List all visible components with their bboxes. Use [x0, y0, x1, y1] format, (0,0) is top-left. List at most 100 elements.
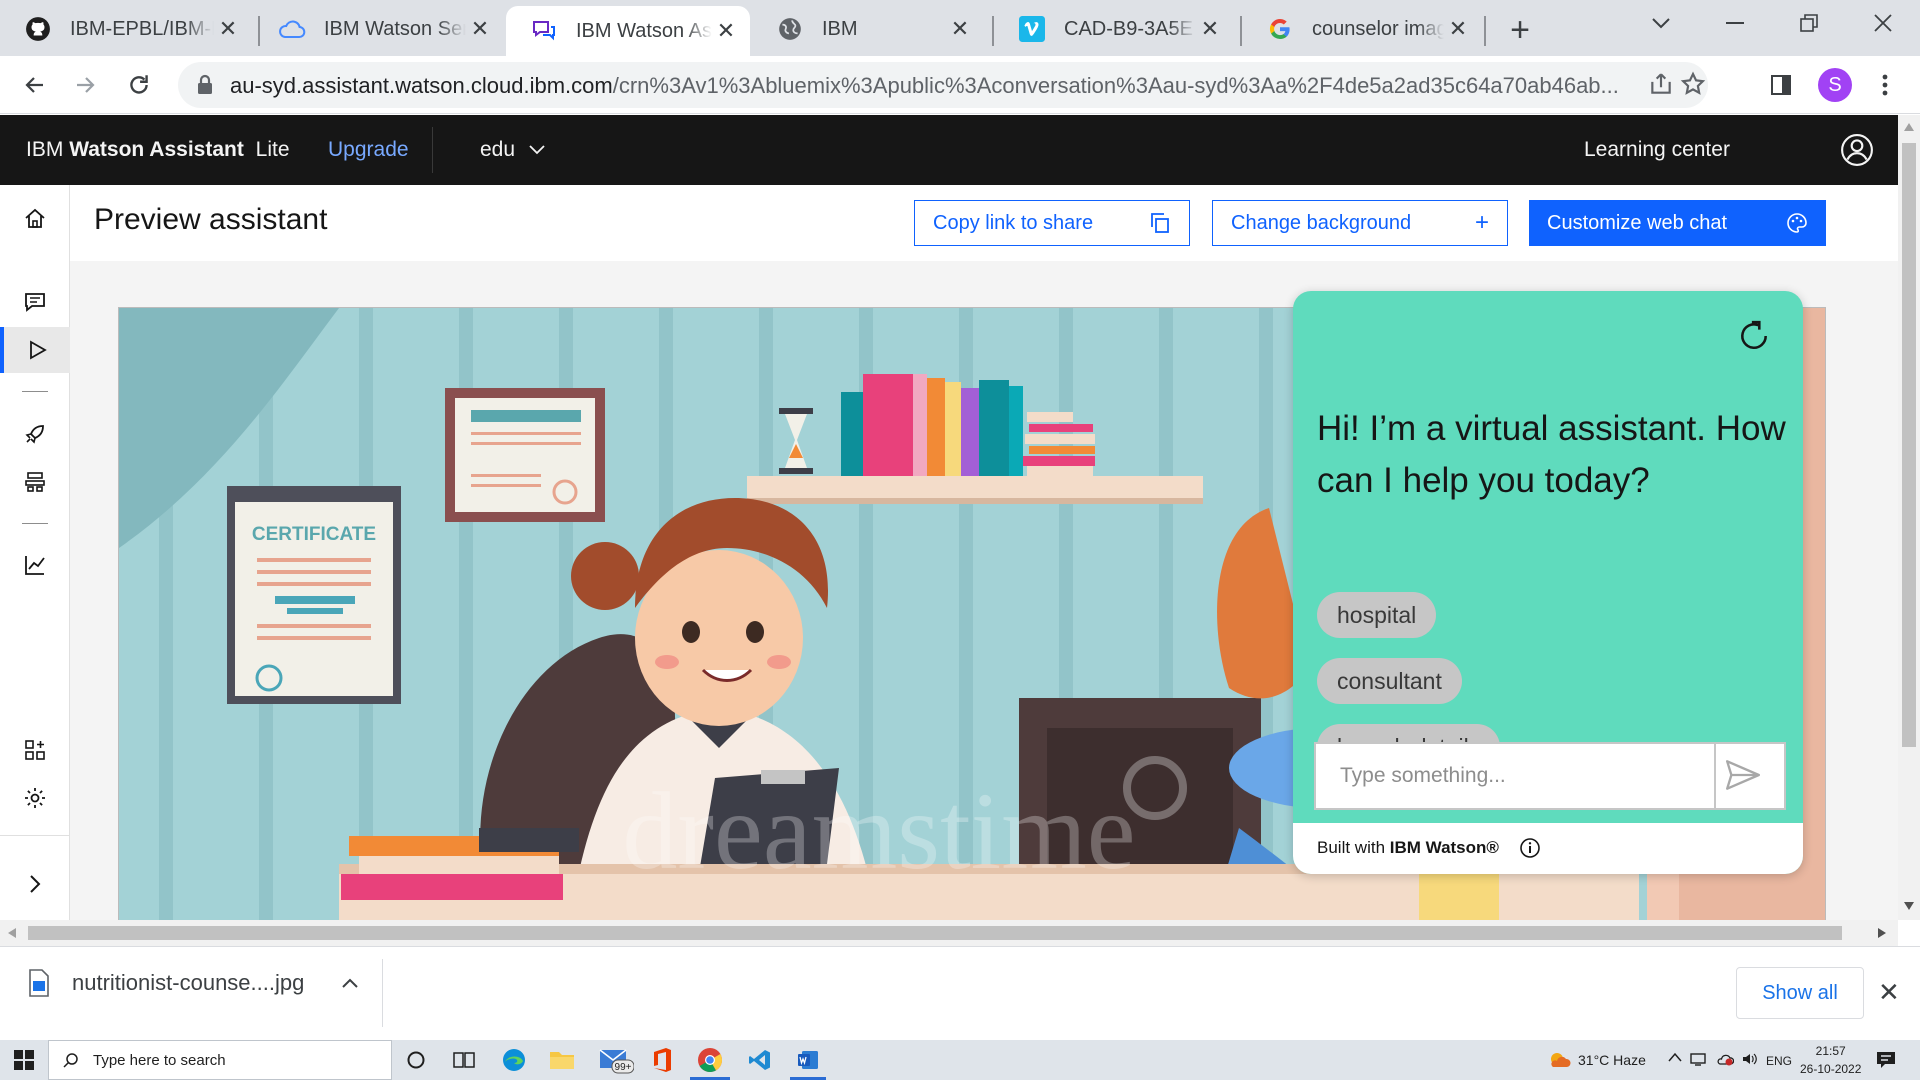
cortana-icon[interactable] — [402, 1046, 430, 1074]
weather-text[interactable]: 31°C Haze — [1578, 1052, 1646, 1068]
file-explorer-icon[interactable] — [548, 1046, 576, 1074]
browser-tab[interactable]: IBM ✕ — [752, 6, 984, 52]
browser-tab[interactable]: IBM-EPBL/IBM-P ✕ — [0, 6, 252, 52]
close-tab-icon[interactable]: ✕ — [1444, 15, 1472, 43]
browser-tab[interactable]: CAD-B9-3A5E (E ✕ — [994, 6, 1234, 52]
preview-play-icon[interactable] — [0, 327, 70, 373]
horizontal-scrollbar[interactable] — [0, 920, 1898, 946]
edge-browser-icon[interactable] — [500, 1046, 528, 1074]
address-bar[interactable]: au-syd.assistant.watson.cloud.ibm.com/cr… — [178, 62, 1708, 108]
show-hidden-icons-chevron-icon[interactable] — [1668, 1052, 1682, 1062]
taskbar-search-box[interactable]: Type here to search — [48, 1040, 392, 1080]
assistant-greeting: Hi! I’m a virtual assistant. How can I h… — [1317, 409, 1786, 500]
more-menu-icon[interactable] — [1864, 64, 1906, 106]
option-chip[interactable]: consultant — [1317, 658, 1462, 704]
customize-web-chat-button[interactable]: Customize web chat — [1529, 200, 1826, 246]
browser-tab[interactable]: counselor image ✕ — [1242, 6, 1482, 52]
language-indicator[interactable]: ENG — [1766, 1054, 1792, 1068]
workspace-switcher[interactable]: edu — [480, 138, 545, 162]
built-with-text: Built with IBM Watson® — [1317, 838, 1499, 858]
bookmark-star-icon[interactable] — [1680, 71, 1708, 99]
tab-title: IBM-EPBL/IBM-P — [70, 17, 214, 40]
word-icon[interactable] — [794, 1046, 822, 1074]
onedrive-icon[interactable] — [1716, 1052, 1734, 1066]
weather-icon[interactable] — [1546, 1046, 1574, 1074]
tab-title: counselor image — [1312, 17, 1444, 40]
message-input-wrapper — [1314, 742, 1786, 810]
side-panel-icon[interactable] — [1760, 64, 1802, 106]
actions-chat-icon[interactable] — [0, 279, 70, 325]
page-title: Preview assistant — [94, 203, 328, 236]
settings-gear-icon[interactable] — [0, 775, 70, 821]
github-icon — [24, 15, 52, 43]
image-file-icon — [28, 969, 50, 997]
browser-tab[interactable]: IBM Watson Serv ✕ — [254, 6, 504, 52]
preview-page: Preview assistant Copy link to share Cha… — [70, 185, 1898, 920]
back-button[interactable] — [14, 64, 56, 106]
environments-icon[interactable] — [0, 459, 70, 505]
learning-center-link[interactable]: Learning center — [1584, 138, 1730, 162]
close-tab-icon[interactable]: ✕ — [712, 17, 740, 45]
new-tab-button[interactable]: + — [1500, 10, 1540, 50]
horizontal-scroll-thumb[interactable] — [28, 926, 1842, 940]
browser-tab-active[interactable]: IBM Watson Assi ✕ — [506, 6, 750, 56]
vertical-scroll-thumb[interactable] — [1902, 143, 1916, 747]
close-window-button[interactable] — [1848, 0, 1918, 46]
windows-start-icon[interactable] — [10, 1046, 38, 1074]
close-tab-icon[interactable]: ✕ — [466, 15, 494, 43]
office-icon[interactable] — [648, 1046, 676, 1074]
show-all-button[interactable]: Show all — [1736, 967, 1864, 1019]
rail-divider — [22, 523, 48, 524]
profile-avatar[interactable]: S — [1818, 68, 1852, 102]
browser-toolbar: au-syd.assistant.watson.cloud.ibm.com/cr… — [0, 56, 1920, 114]
system-clock[interactable]: 21:57 26-10-2022 — [1800, 1042, 1861, 1078]
scroll-down-arrow-icon[interactable] — [1904, 902, 1914, 910]
tab-search-chevron-icon[interactable] — [1626, 0, 1696, 46]
vscode-icon[interactable] — [746, 1046, 774, 1074]
publish-rocket-icon[interactable] — [0, 411, 70, 457]
network-icon[interactable] — [1690, 1052, 1706, 1066]
volume-icon[interactable] — [1742, 1052, 1758, 1066]
scroll-right-arrow-icon[interactable] — [1878, 928, 1886, 938]
close-download-bar-icon[interactable]: ✕ — [1878, 977, 1900, 1008]
close-tab-icon[interactable]: ✕ — [1196, 15, 1224, 43]
download-item[interactable]: nutritionist-counse....jpg — [28, 969, 359, 997]
globe-icon — [776, 15, 804, 43]
share-icon[interactable] — [1648, 71, 1676, 99]
restore-button[interactable] — [1774, 0, 1844, 46]
built-with-brand: IBM Watson® — [1389, 838, 1499, 857]
send-icon[interactable] — [1724, 758, 1762, 792]
search-icon — [63, 1052, 79, 1068]
scroll-left-arrow-icon[interactable] — [8, 928, 16, 938]
expand-chevron-right-icon[interactable] — [0, 861, 70, 907]
upgrade-link[interactable]: Upgrade — [328, 138, 409, 162]
close-tab-icon[interactable]: ✕ — [946, 15, 974, 43]
built-with-label: Built with — [1317, 838, 1386, 857]
restart-conversation-icon[interactable] — [1737, 319, 1771, 353]
brand-product: Watson Assistant — [69, 138, 244, 161]
forward-button[interactable] — [64, 64, 106, 106]
chevron-up-icon[interactable] — [342, 978, 359, 988]
integrations-icon[interactable] — [0, 727, 70, 773]
minimize-button[interactable] — [1700, 0, 1770, 46]
mail-icon[interactable]: 99+ — [598, 1046, 634, 1074]
app-header: IBM Watson Assistant Lite Upgrade edu Le… — [0, 115, 1898, 185]
close-tab-icon[interactable]: ✕ — [214, 15, 242, 43]
scroll-up-arrow-icon[interactable] — [1904, 123, 1914, 131]
url-text: au-syd.assistant.watson.cloud.ibm.com/cr… — [230, 73, 1630, 99]
reload-button[interactable] — [118, 64, 160, 106]
message-input[interactable] — [1316, 744, 1716, 808]
change-background-button[interactable]: Change background + — [1212, 200, 1508, 246]
home-icon[interactable] — [0, 196, 70, 242]
option-chip[interactable]: hospital — [1317, 592, 1437, 638]
notifications-icon[interactable] — [1872, 1046, 1900, 1074]
chrome-icon[interactable] — [696, 1046, 724, 1074]
plan-label: Lite — [255, 138, 290, 161]
vertical-scrollbar[interactable] — [1898, 115, 1920, 920]
copy-link-button[interactable]: Copy link to share — [914, 200, 1190, 246]
app-brand[interactable]: IBM Watson Assistant Lite — [26, 138, 290, 162]
info-icon[interactable] — [1519, 837, 1541, 859]
task-view-icon[interactable] — [450, 1046, 478, 1074]
analytics-chart-icon[interactable] — [0, 542, 70, 588]
user-profile-icon[interactable] — [1840, 133, 1874, 167]
